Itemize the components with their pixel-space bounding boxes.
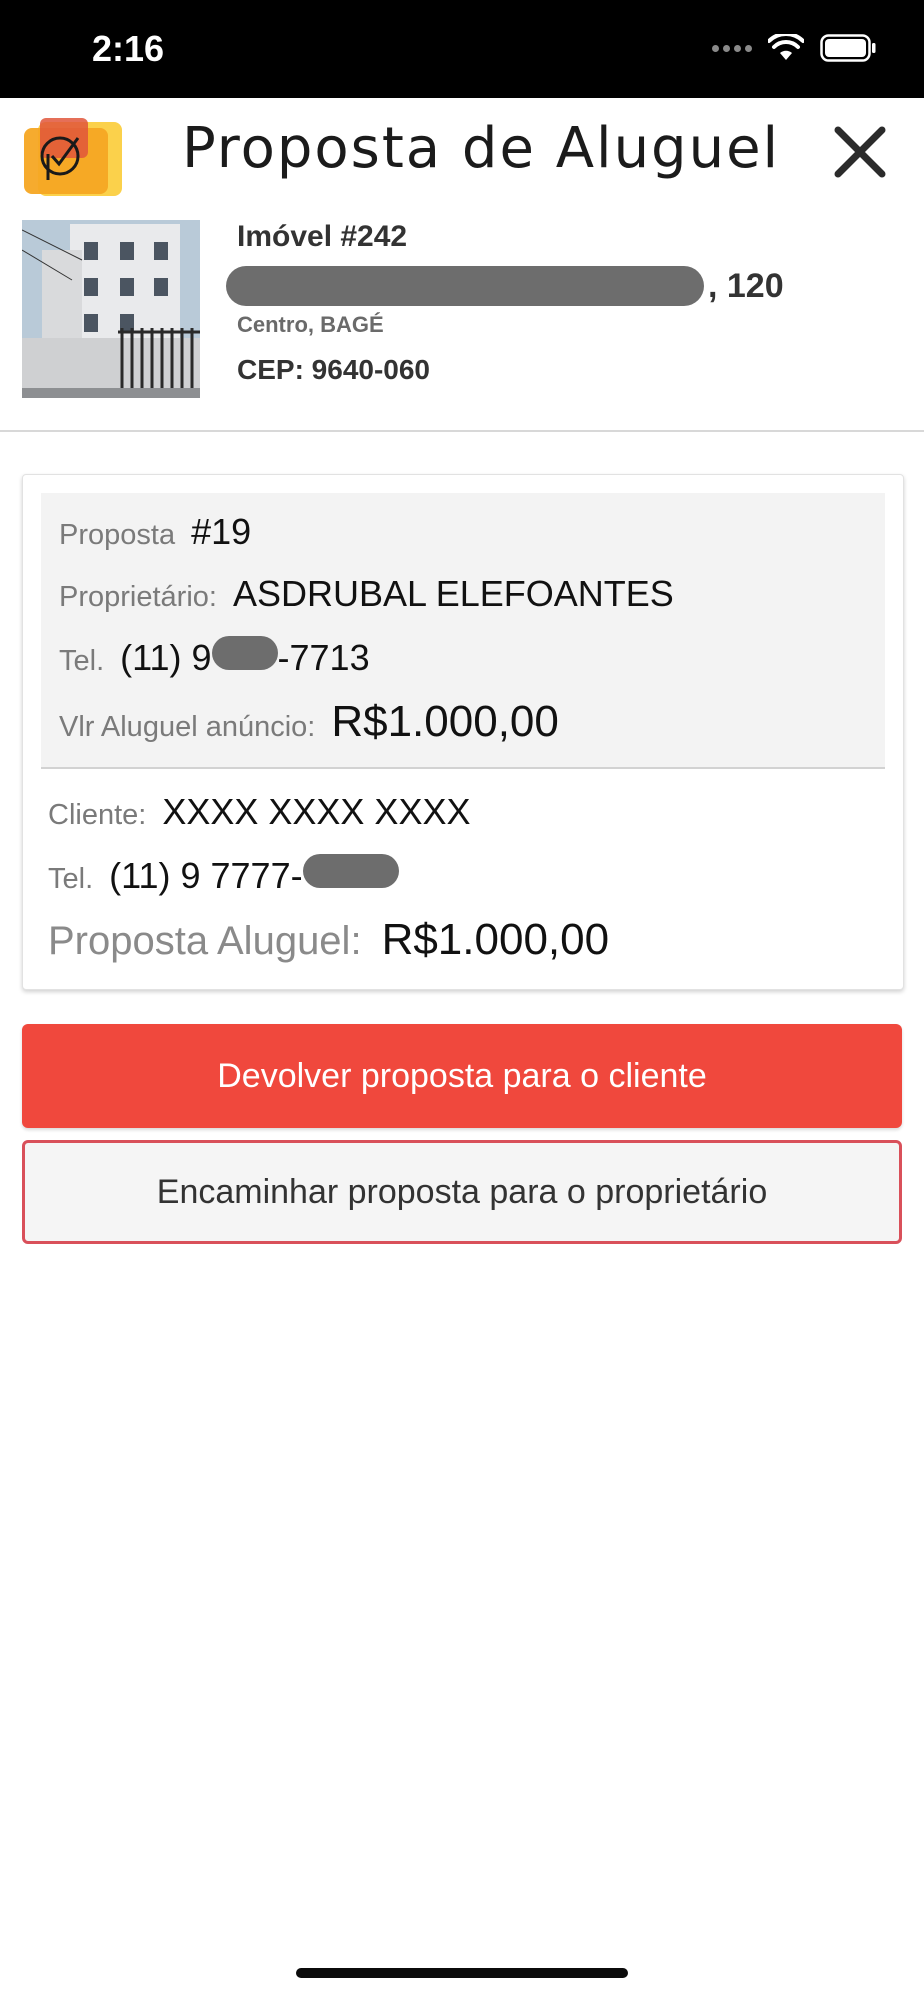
proposal-owner-section: Proposta #19 Proprietário: ASDRUBAL ELEF… (41, 493, 885, 769)
client-tel-prefix: (11) 9 7777- (109, 855, 303, 896)
status-time: 2:16 (92, 28, 165, 69)
proposal-number-row: Proposta #19 (59, 511, 251, 553)
client-name: XXXX XXXX XXXX (162, 791, 471, 832)
owner-tel-row: Tel. (11) 9 -7713 (59, 636, 370, 679)
listed-rent-value: R$1.000,00 (331, 697, 559, 746)
proposed-rent-value: R$1.000,00 (381, 915, 610, 964)
owner-tel-label: Tel. (59, 645, 105, 677)
owner-label: Proprietário: (59, 581, 217, 613)
status-icons (712, 34, 876, 62)
listed-rent-row: Vlr Aluguel anúncio: R$1.000,00 (59, 697, 559, 747)
cellular-signal-icon (712, 44, 752, 52)
redacted-phone-digits (302, 854, 399, 888)
owner-name: ASDRUBAL ELEFOANTES (232, 573, 674, 614)
owner-tel-suffix: -7713 (277, 637, 370, 678)
wifi-icon (768, 34, 804, 60)
street-number: , 120 (708, 266, 784, 305)
client-label: Cliente: (48, 799, 147, 831)
redacted-phone-digits (211, 636, 278, 670)
close-icon[interactable] (830, 122, 890, 182)
property-id: Imóvel #242 (237, 220, 408, 253)
return-to-client-button[interactable]: Devolver proposta para o cliente (22, 1024, 902, 1128)
client-row: Cliente: XXXX XXXX XXXX (48, 791, 470, 833)
battery-icon (820, 34, 876, 62)
proposal-number-label: Proposta (59, 519, 176, 551)
listed-rent-label: Vlr Aluguel anúncio: (59, 711, 316, 743)
property-summary: Imóvel #242 , 120 Centro, BAGÉ CEP: 9640… (0, 218, 924, 432)
client-tel-label: Tel. (48, 863, 94, 895)
redacted-street-name (226, 266, 704, 306)
forward-to-owner-button[interactable]: Encaminhar proposta para o proprietário (22, 1140, 902, 1244)
proposed-rent-row: Proposta Aluguel: R$1.000,00 (48, 915, 609, 965)
property-street: , 120 (226, 264, 784, 308)
proposal-number: #19 (191, 511, 252, 552)
home-indicator (296, 1968, 628, 1978)
client-tel-row: Tel. (11) 9 7777- (48, 854, 399, 897)
app-logo (24, 118, 122, 196)
proposed-rent-label: Proposta Aluguel: (48, 919, 362, 963)
header: Proposta de Aluguel (0, 98, 924, 208)
property-cep: CEP: 9640-060 (237, 354, 431, 385)
owner-tel-prefix: (11) 9 (120, 637, 212, 678)
proposal-card: Proposta #19 Proprietário: ASDRUBAL ELEF… (22, 474, 904, 990)
status-bar: 2:16 (0, 0, 924, 98)
property-photo (22, 220, 200, 398)
owner-row: Proprietário: ASDRUBAL ELEFOANTES (59, 573, 674, 615)
property-district: Centro, BAGÉ (237, 312, 384, 337)
page-title: Proposta de Aluguel (182, 116, 781, 181)
